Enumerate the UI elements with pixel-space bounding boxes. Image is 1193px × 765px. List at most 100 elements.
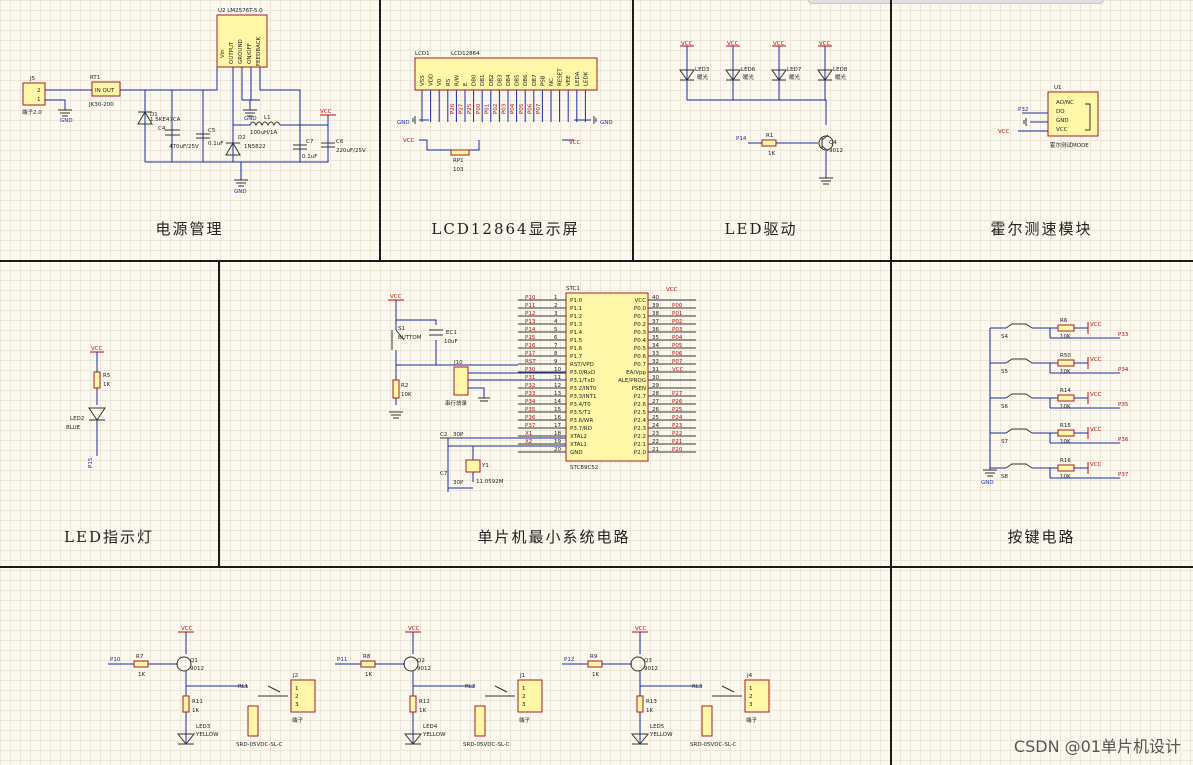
mcu-left-net: P34 — [525, 399, 536, 405]
relay-led-resistor — [409, 695, 417, 713]
relay-j-name: 端子 — [746, 716, 758, 724]
key-net: P36 — [1118, 437, 1129, 443]
c2-val: 30P — [453, 432, 464, 438]
relay-group: VCC P10 R7 1K Q1 9012 R11 1K LED3 YELLOW RL1 SRD-05… — [108, 626, 770, 748]
r5-ref: R5 — [103, 373, 111, 379]
q4-ref: Q4 — [829, 140, 837, 146]
u1-net: P32 — [1018, 107, 1028, 113]
lcd-pin-db7: DB7 — [532, 74, 538, 86]
panel-title-keys: 按键电路 — [1007, 528, 1076, 546]
lcd-net-label: P01 — [484, 104, 490, 114]
ec1-val: 10uF — [444, 339, 458, 345]
lcd-pin-rs: RS — [446, 78, 452, 86]
lcd-ref: LCD1 — [415, 51, 430, 57]
mcu-right-pin-num: 21 — [652, 447, 659, 453]
mcu-left-pin-num: 6 — [554, 335, 558, 341]
y1-ref: Y1 — [481, 463, 489, 469]
key-switch — [1005, 358, 1033, 364]
relay-rl-ref: RL2 — [465, 684, 475, 690]
mcu-right-pin-num: 35 — [652, 335, 659, 341]
lcd-pin-vee: VEE — [566, 75, 572, 86]
schematic-sheet: J5 端子2.0 2 1 GND RT1 IN OUT JK30-200 D1 … — [0, 0, 1193, 765]
l1-ref: L1 — [264, 115, 271, 121]
mcu-right-net: P26 — [672, 399, 683, 405]
key-switch-ref: S7 — [1001, 439, 1008, 445]
lcd-net-label: P27 — [459, 103, 465, 114]
relay-q-ref: Q3 — [644, 658, 652, 664]
mcu-left-pin-name: P1.3 — [570, 322, 583, 328]
mcu-right-pin-name: P2.2 — [634, 434, 646, 440]
mcu-left-pin-name: P3.3/INT1 — [570, 394, 597, 400]
relay-led-resistor — [182, 695, 190, 713]
panel-keys: S4 R6 10K VCC P33 S5 R50 10K VCC P34 S6 R14 10K VCC P3… — [890, 260, 1193, 568]
relay-r2-ref: R12 — [419, 699, 430, 705]
ec1-cap — [429, 329, 443, 336]
j5-ref: J5 — [29, 76, 36, 82]
mcu-right-pin-name: P2.7 — [634, 394, 647, 400]
relay-j-pin2: 2 — [295, 694, 299, 700]
lcd-pin-e: E — [463, 82, 469, 86]
panel-power: J5 端子2.0 2 1 GND RT1 IN OUT JK30-200 D1 … — [0, 0, 381, 262]
key-switch-ref: S6 — [1001, 404, 1008, 410]
relay-j-ref: J2 — [292, 673, 298, 679]
mcu-right-pin-name: VCC — [635, 298, 647, 304]
r5-val: 1K — [103, 382, 110, 388]
d1-val: 1.5KE47CA — [150, 117, 181, 123]
relay-j-pin1: 1 — [749, 686, 753, 692]
lcd-pin-db3: DB3 — [497, 74, 503, 86]
c4-val: 470uF/25V — [169, 144, 199, 150]
gnd-label-3: GND — [244, 116, 257, 122]
mcu-left-net: P33 — [525, 391, 536, 397]
y1-val: 11.0592M — [476, 479, 504, 485]
mcu-right-pin-num: 22 — [652, 439, 659, 445]
relay-led-ref: LED4 — [423, 724, 438, 730]
relay-block-1: VCC P10 R7 1K Q1 9012 R11 1K LED3 YELLOW RL1 SRD-05… — [108, 626, 316, 748]
relay-coil — [247, 705, 259, 737]
keys-gnd: GND — [981, 480, 994, 486]
mcu-left-pin-num: 17 — [554, 423, 561, 429]
lcd-net-label: P00 — [476, 103, 482, 114]
mcu-right-pin-name: P2.4 — [634, 418, 647, 424]
j10-ref: J10 — [453, 360, 463, 366]
relay-r-val: 1K — [138, 672, 145, 678]
key-resistor — [1057, 324, 1075, 332]
key-group: S4 R6 10K VCC P33 S5 R50 10K VCC P34 S6 R14 10K VCC P3… — [990, 318, 1129, 480]
watermark: CSDN @01单片机设计 — [1013, 737, 1181, 756]
r5-resistor — [93, 371, 101, 389]
lcd-pin-psb: PSB — [540, 75, 546, 86]
mcu-left-pin-num: 18 — [554, 431, 561, 437]
key-vcc: VCC — [1090, 427, 1102, 433]
panel-led-drive: VCC LED3 暖光 VCC LED6 暖光 VCC LED7 暖光 VCC LED8 暖光 R1 … — [632, 0, 892, 262]
mcu-right-pin-num: 36 — [652, 327, 659, 333]
key-switch-ref: S4 — [1001, 334, 1008, 340]
relay-j-name: 端子 — [292, 716, 304, 724]
vcc-label-1: VCC — [320, 109, 332, 115]
key-resistor-ref: R14 — [1060, 388, 1071, 394]
relay-r-val: 1K — [365, 672, 372, 678]
l1-inductor — [249, 121, 281, 127]
mcu-left-pin-name: P3.0/RxD — [570, 370, 595, 376]
u1-pin-do: DO — [1056, 109, 1065, 115]
key-net: P34 — [1118, 367, 1129, 373]
led2-val: BLUE — [66, 425, 81, 431]
mcu-right-pin-name: P0.3 — [634, 330, 647, 336]
mcu-right-pin-name: P2.6 — [634, 402, 647, 408]
mcu-left-pin-name: P3.2/INT0 — [570, 386, 597, 392]
mcu-left-net: P13 — [525, 319, 536, 325]
relay-r-ref: R7 — [136, 654, 144, 660]
mcu-vcc: VCC — [390, 294, 402, 300]
key-vcc: VCC — [1090, 462, 1102, 468]
mcu-left-net: P17 — [525, 351, 536, 357]
relay-transistor — [630, 656, 646, 672]
relay-rl-val: SRD-05VDC-SL-C — [463, 742, 510, 748]
mcu-right-pin-name: P0.5 — [634, 346, 647, 352]
u2-pin-vin: Vin — [220, 49, 226, 58]
lcd-pin-db2: DB2 — [489, 74, 495, 86]
c7-ref: C7 — [440, 471, 448, 477]
mcu-left-pin-num: 15 — [554, 407, 561, 413]
key-resistor-ref: R6 — [1060, 318, 1068, 324]
mcu-right-net: P07 — [672, 359, 683, 365]
d2-val: 1N5822 — [244, 144, 266, 150]
s1-name: BUTTOM — [398, 335, 422, 341]
mcu-right-net: P00 — [672, 303, 683, 309]
